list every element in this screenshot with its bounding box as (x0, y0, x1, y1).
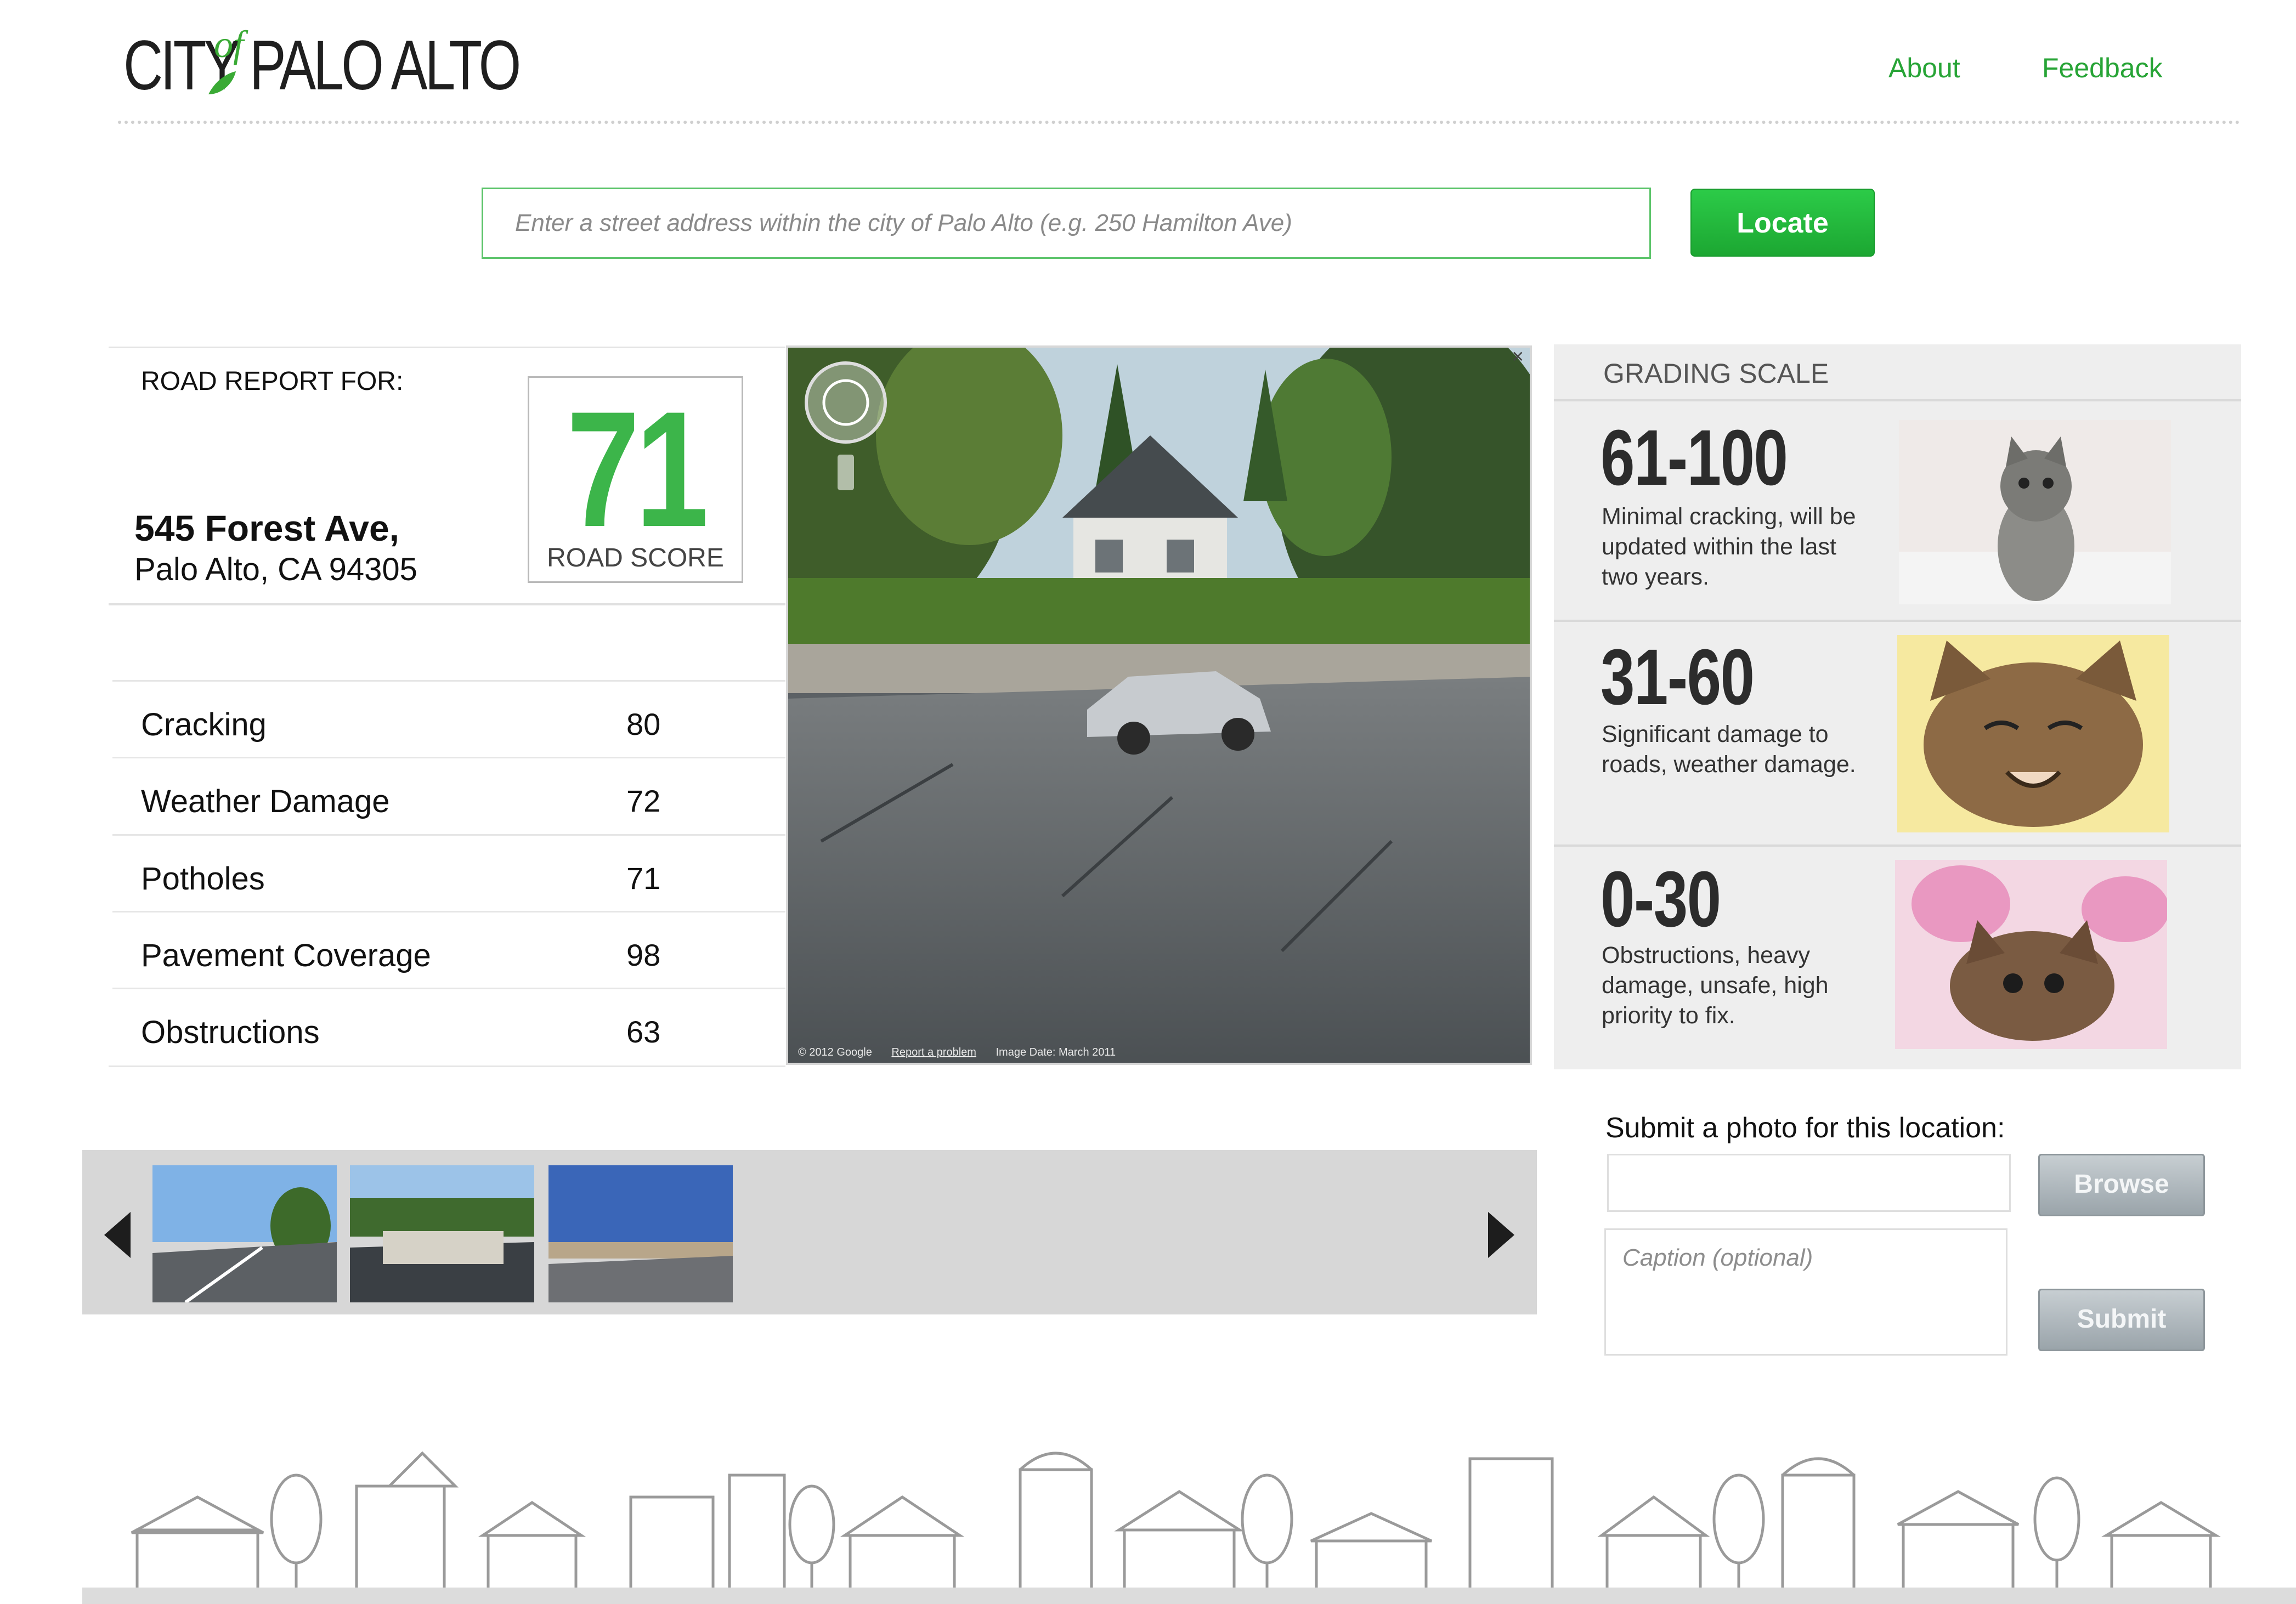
address-search-input[interactable] (482, 188, 1651, 259)
metric-name: Cracking (141, 707, 267, 743)
building-icon (1468, 1457, 1554, 1592)
grading-divider (1554, 844, 2241, 847)
street-view-panorama[interactable]: ✕ (786, 345, 1532, 1065)
metric-row-potholes: Potholes 71 (112, 834, 785, 912)
report-problem-link[interactable]: Report a problem (891, 1046, 976, 1058)
building-icon (1019, 1452, 1093, 1592)
footer-ground (82, 1588, 2296, 1604)
report-mid-divider (109, 603, 785, 605)
tree-icon (270, 1473, 323, 1590)
metrics-bottom-divider (109, 1065, 785, 1067)
metric-name: Obstructions (141, 1014, 320, 1050)
metric-value: 80 (626, 707, 661, 741)
grade-description-low: Obstructions, heavy damage, unsafe, high… (1602, 942, 1829, 1029)
grade-description-mid: Significant damage to roads, weather dam… (1602, 721, 1856, 778)
kitten-image-smiling (1897, 635, 2169, 832)
grade-range-low: 0-30 (1601, 855, 1721, 943)
arrow-right-icon[interactable] (1488, 1212, 1514, 1258)
metric-name: Weather Damage (141, 784, 390, 819)
tree-icon (1241, 1473, 1293, 1590)
browse-button[interactable]: Browse (2038, 1154, 2205, 1216)
arrow-left-icon[interactable] (104, 1212, 131, 1258)
close-icon[interactable]: ✕ (1512, 348, 1524, 366)
grading-scale-title: GRADING SCALE (1603, 358, 1829, 389)
house-icon (840, 1495, 965, 1592)
nav-about-link[interactable]: About (1888, 52, 1960, 84)
street-view-footer: © 2012 Google Report a problem Image Dat… (798, 1046, 1132, 1059)
logo-text-palo-alto: PALO ALTO (250, 26, 521, 105)
street-view-image[interactable] (788, 348, 1532, 1065)
address-city: Palo Alto, CA 94305 (134, 552, 417, 587)
leaf-icon (208, 71, 236, 94)
street-view-image-date: Image Date: March 2011 (996, 1046, 1116, 1058)
metric-value: 72 (626, 784, 661, 818)
building-icon (629, 1473, 786, 1592)
tree-icon (1712, 1473, 1765, 1590)
metric-value: 63 (626, 1014, 661, 1049)
metric-value: 71 (626, 861, 661, 895)
nav-feedback-link[interactable]: Feedback (2042, 52, 2163, 84)
road-report-heading: ROAD REPORT FOR: (141, 367, 404, 396)
house-icon (1114, 1490, 1245, 1592)
road-score-label: ROAD SCORE (547, 543, 724, 573)
kitten-image-happy (1899, 420, 2171, 604)
grading-divider (1554, 399, 2241, 401)
gallery-thumbnail[interactable] (548, 1165, 733, 1302)
house-icon (2101, 1501, 2221, 1592)
metric-row-weather-damage: Weather Damage 72 (112, 757, 785, 835)
grading-divider (1554, 620, 2241, 622)
header-divider (118, 121, 2241, 124)
tree-icon (788, 1484, 835, 1590)
caption-field[interactable] (1604, 1228, 2007, 1356)
road-score-value: 71 (567, 377, 709, 561)
report-top-divider (109, 347, 785, 348)
metric-row-pavement-coverage: Pavement Coverage 98 (112, 911, 785, 989)
metric-name: Potholes (141, 861, 265, 897)
upload-title: Submit a photo for this location: (1605, 1112, 2005, 1144)
gallery-thumbnail[interactable] (350, 1165, 534, 1302)
building-icon (1781, 1457, 1856, 1592)
kitten-image-sad (1895, 860, 2167, 1049)
street-view-copyright: © 2012 Google (798, 1046, 872, 1058)
house-icon (131, 1495, 264, 1592)
locate-button[interactable]: Locate (1690, 189, 1875, 257)
house-icon (1897, 1490, 2020, 1592)
townscape-illustration (82, 1437, 2296, 1601)
tree-icon (2033, 1476, 2080, 1590)
file-path-field[interactable] (1607, 1154, 2011, 1212)
house-icon (1597, 1495, 1710, 1592)
city-logo[interactable]: CITY of PALO ALTO (123, 24, 521, 103)
metric-row-obstructions: Obstructions 63 (112, 988, 785, 1066)
metric-value: 98 (626, 938, 661, 972)
gallery-thumbnail[interactable] (152, 1165, 337, 1302)
building-icon (1310, 1512, 1433, 1592)
grade-description-high: Minimal cracking, will be updated within… (1602, 503, 1856, 590)
house-icon (478, 1500, 586, 1592)
building-icon (355, 1451, 459, 1592)
grade-range-mid: 31-60 (1601, 633, 1755, 721)
grade-range-high: 61-100 (1601, 413, 1788, 502)
submit-button[interactable]: Submit (2038, 1289, 2205, 1351)
metric-name: Pavement Coverage (141, 938, 431, 973)
address-street: 545 Forest Ave, (134, 508, 400, 548)
logo-text-of: of (214, 24, 244, 66)
metric-row-cracking: Cracking 80 (112, 680, 785, 758)
